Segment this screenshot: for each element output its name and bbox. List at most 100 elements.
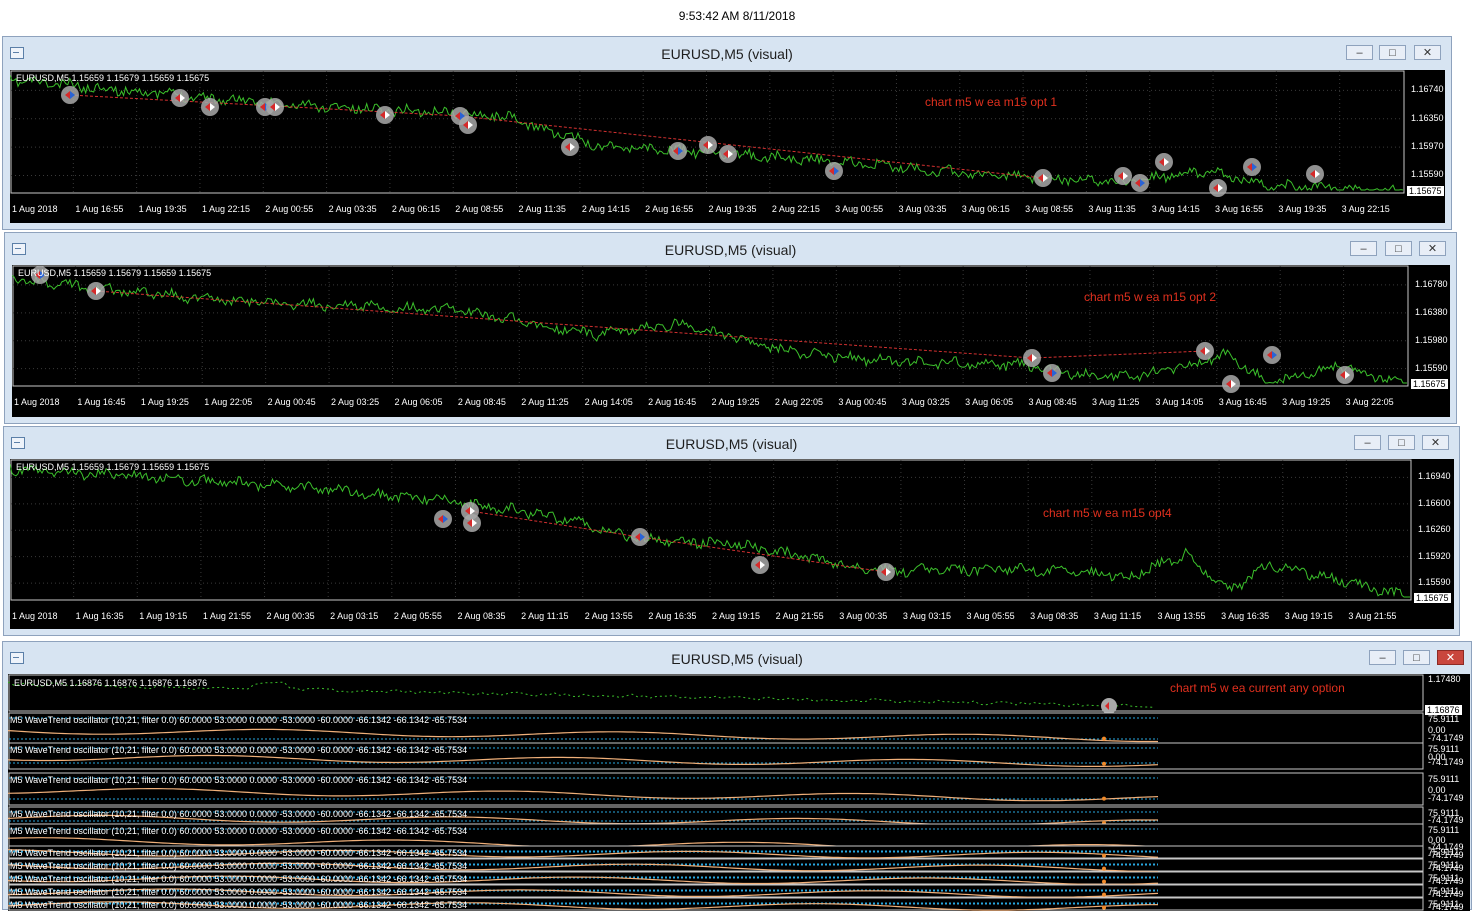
indicator-axis-label: 0.00 xyxy=(1428,785,1446,795)
close-button[interactable]: ✕ xyxy=(1419,241,1446,256)
time-axis-label: 2 Aug 16:55 xyxy=(645,204,694,214)
chart-note: chart m5 w ea current any option xyxy=(1170,681,1345,695)
indicator-label: M5 WaveTrend oscillator (10,21, filter 0… xyxy=(10,826,468,836)
indicator-label: M5 WaveTrend oscillator (10,21, filter 0… xyxy=(10,887,468,897)
indicator-axis-label: 0.00 xyxy=(1428,835,1446,845)
time-axis-label: 1 Aug 22:05 xyxy=(204,397,253,407)
trade-marker xyxy=(1336,366,1354,384)
time-axis-label: 3 Aug 03:25 xyxy=(901,397,950,407)
minimize-button[interactable]: – xyxy=(1354,435,1381,450)
chart-note: chart m5 w ea m15 opt 2 xyxy=(1084,290,1217,304)
symbol-info: EURUSD,M5 1.15659 1.15679 1.15659 1.1567… xyxy=(18,268,212,278)
indicator-axis-label: 0.00 xyxy=(1428,725,1446,735)
trade-marker xyxy=(751,556,769,574)
time-axis-label: 3 Aug 06:05 xyxy=(965,397,1014,407)
chart-window-1[interactable]: EURUSD,M5 (visual) – □ ✕ EURUSD,M5 1.156… xyxy=(2,36,1452,230)
current-price-label: 1.15675 xyxy=(1411,379,1448,389)
time-axis-label: 1 Aug 19:35 xyxy=(138,204,187,214)
chart-grid xyxy=(10,459,1412,601)
time-axis-label: 1 Aug 19:25 xyxy=(140,397,189,407)
time-axis-label: 2 Aug 06:05 xyxy=(394,397,443,407)
price-chart[interactable]: EURUSD,M5 1.16876 1.16876 1.16876 1.1687… xyxy=(8,674,1470,912)
indicator-label: M5 WaveTrend oscillator (10,21, filter 0… xyxy=(10,809,468,819)
time-axis-label: 2 Aug 22:15 xyxy=(771,204,820,214)
minimize-button[interactable]: – xyxy=(1369,650,1396,665)
time-axis-label: 3 Aug 19:25 xyxy=(1282,397,1331,407)
indicator-label: M5 WaveTrend oscillator (10,21, filter 0… xyxy=(10,715,468,725)
title-bar[interactable]: EURUSD,M5 (visual) – □ ✕ xyxy=(3,37,1451,67)
chart-window-4[interactable]: EURUSD,M5 (visual) – □ ✕ EURUSD,M5 1.168… xyxy=(2,641,1472,912)
close-button[interactable]: ✕ xyxy=(1437,650,1464,665)
close-button[interactable]: ✕ xyxy=(1422,435,1449,450)
indicator-axis-label: -74.1749 xyxy=(1428,876,1464,886)
time-axis-label: 3 Aug 16:45 xyxy=(1218,397,1267,407)
price-chart[interactable]: EURUSD,M5 1.15659 1.15679 1.15659 1.1567… xyxy=(10,459,1454,629)
time-axis-label: 2 Aug 19:35 xyxy=(708,204,757,214)
time-axis-label: 3 Aug 21:55 xyxy=(1348,611,1397,621)
chart-window-3[interactable]: EURUSD,M5 (visual) – □ ✕ EURUSD,M5 1.156… xyxy=(3,426,1460,636)
time-axis-label: 2 Aug 19:25 xyxy=(711,397,760,407)
indicator-axis-label: -74.1749 xyxy=(1428,850,1464,860)
trade-marker xyxy=(1155,153,1173,171)
price-chart-svg xyxy=(10,70,1405,197)
trade-marker xyxy=(201,98,219,116)
price-axis-label: 1.15920 xyxy=(1418,550,1451,561)
time-axis-label: 2 Aug 11:25 xyxy=(521,397,569,407)
minimize-button[interactable]: – xyxy=(1350,241,1377,256)
time-axis-label: 3 Aug 00:45 xyxy=(838,397,887,407)
indicator-axis-label: -74.1749 xyxy=(1428,815,1464,825)
time-axis-label: 2 Aug 22:05 xyxy=(774,397,823,407)
title-bar[interactable]: EURUSD,M5 (visual) – □ ✕ xyxy=(4,427,1459,457)
minimize-button[interactable]: – xyxy=(1346,45,1373,60)
time-axis-label: 2 Aug 06:15 xyxy=(391,204,440,214)
maximize-button[interactable]: □ xyxy=(1388,435,1415,450)
indicator-label: M5 WaveTrend oscillator (10,21, filter 0… xyxy=(10,861,468,871)
trade-marker xyxy=(87,282,105,300)
price-axis-label: 1.15590 xyxy=(1415,362,1448,373)
current-price-label: 1.15675 xyxy=(1414,593,1451,603)
trade-connector-line xyxy=(469,510,887,573)
trade-marker xyxy=(1222,375,1240,393)
maximize-button[interactable]: □ xyxy=(1379,45,1406,60)
time-axis-label: 3 Aug 00:55 xyxy=(835,204,884,214)
close-button[interactable]: ✕ xyxy=(1414,45,1441,60)
trade-marker xyxy=(1209,179,1227,197)
indicator-axis-label: -74.1749 xyxy=(1428,863,1464,873)
window-title: EURUSD,M5 (visual) xyxy=(671,651,803,667)
time-axis-label: 2 Aug 00:55 xyxy=(265,204,314,214)
trade-marker xyxy=(825,162,843,180)
price-axis-label: 1.16350 xyxy=(1411,112,1444,123)
time-axis-label: 2 Aug 16:45 xyxy=(648,397,697,407)
time-axis-label: 3 Aug 00:35 xyxy=(839,611,888,621)
trade-marker xyxy=(699,136,717,154)
indicator-label: M5 WaveTrend oscillator (10,21, filter 0… xyxy=(10,745,468,755)
price-axis-label: 1.16260 xyxy=(1418,524,1451,535)
time-axis-label: 2 Aug 03:25 xyxy=(331,397,380,407)
time-axis-label: 2 Aug 00:45 xyxy=(267,397,316,407)
indicator-axis-label: 75.9111 xyxy=(1428,825,1460,835)
time-axis-label: 2 Aug 11:35 xyxy=(518,204,566,214)
chart-note: chart m5 w ea m15 opt 1 xyxy=(925,95,1058,109)
time-axis-label: 3 Aug 03:15 xyxy=(902,611,951,621)
trade-markers xyxy=(434,502,895,581)
time-axis-label: 2 Aug 13:55 xyxy=(584,611,633,621)
time-axis-label: 3 Aug 16:35 xyxy=(1221,611,1270,621)
window-title: EURUSD,M5 (visual) xyxy=(665,436,798,452)
title-bar[interactable]: EURUSD,M5 (visual) – □ ✕ xyxy=(5,233,1456,263)
maximize-button[interactable]: □ xyxy=(1385,241,1412,256)
maximize-button[interactable]: □ xyxy=(1403,650,1430,665)
time-axis-label: 2 Aug 14:15 xyxy=(581,204,630,214)
trade-marker xyxy=(1101,698,1117,714)
time-axis-label: 3 Aug 19:15 xyxy=(1284,611,1333,621)
trade-marker xyxy=(1263,346,1281,364)
indicator-label: M5 WaveTrend oscillator (10,21, filter 0… xyxy=(10,874,468,884)
price-chart[interactable]: EURUSD,M5 1.15659 1.15679 1.15659 1.1567… xyxy=(10,70,1445,223)
indicator-label: M5 WaveTrend oscillator (10,21, filter 0… xyxy=(10,900,468,910)
title-bar[interactable]: EURUSD,M5 (visual) – □ ✕ xyxy=(3,642,1471,672)
price-chart[interactable]: EURUSD,M5 1.15659 1.15679 1.15659 1.1567… xyxy=(12,265,1450,417)
chart-window-2[interactable]: EURUSD,M5 (visual) – □ ✕ EURUSD,M5 1.156… xyxy=(4,232,1457,424)
time-axis-label: 3 Aug 22:05 xyxy=(1345,397,1394,407)
time-axis-label: 2 Aug 05:55 xyxy=(393,611,442,621)
time-axis-label: 1 Aug 2018 xyxy=(12,204,58,214)
time-axis-label: 1 Aug 16:55 xyxy=(75,204,124,214)
